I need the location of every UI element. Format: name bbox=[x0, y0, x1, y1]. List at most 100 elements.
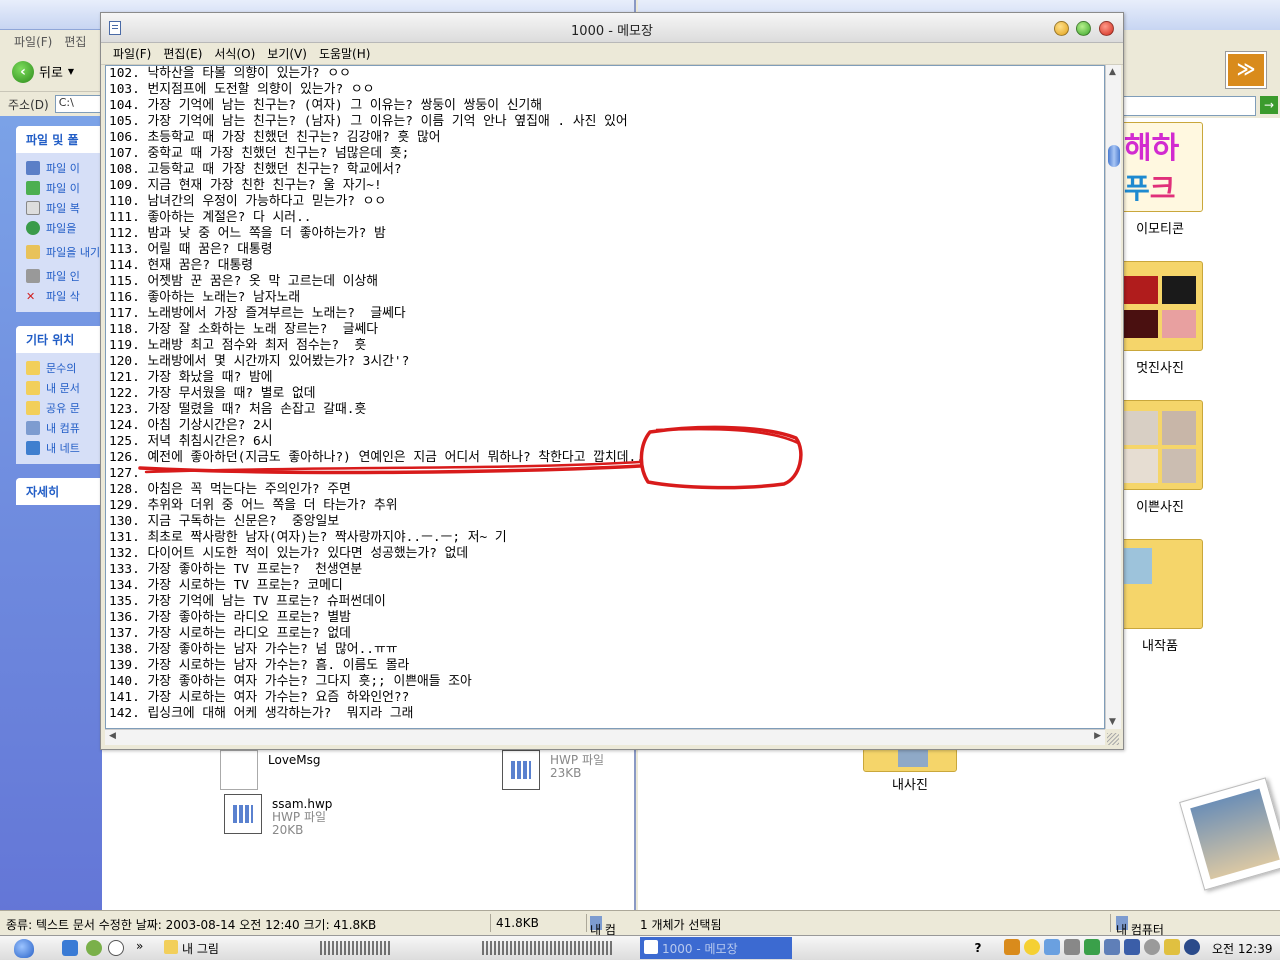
close-button[interactable] bbox=[1099, 21, 1114, 36]
shield-icon[interactable] bbox=[1084, 939, 1100, 955]
divider bbox=[1110, 914, 1111, 932]
scroll-up-icon[interactable]: ▲ bbox=[1109, 67, 1116, 77]
menu-format[interactable]: 서식(O) bbox=[208, 45, 261, 62]
chevron-down-icon[interactable]: ▼ bbox=[68, 67, 74, 76]
text-line: 129. 추위와 더위 중 어느 쪽을 더 타는가? 추위 bbox=[109, 498, 398, 513]
scroll-down-icon[interactable]: ▼ bbox=[1109, 717, 1116, 727]
folder-thumbnail: 해하 푸크 bbox=[1117, 122, 1203, 212]
back-button[interactable]: ‹ 뒤로 ▼ bbox=[12, 60, 74, 83]
clock[interactable]: 오전 12:39 bbox=[1212, 940, 1272, 957]
browser-icon[interactable] bbox=[62, 940, 78, 956]
text-file-icon bbox=[220, 750, 258, 790]
text-line: 110. 남녀간의 우정이 가능하다고 믿는가? ㅇㅇ bbox=[109, 194, 387, 209]
menu-view[interactable]: 보기(V) bbox=[261, 45, 313, 62]
text-line: 113. 어릴 때 꿈은? 대통령 bbox=[109, 242, 273, 257]
text-line: 116. 좋아하는 노래는? 남자노래 bbox=[109, 290, 301, 305]
globe-icon[interactable] bbox=[1184, 939, 1200, 955]
star-icon[interactable] bbox=[1164, 939, 1180, 955]
delete-icon: ✕ bbox=[26, 289, 36, 303]
task-item-label: 파일을 내기 bbox=[46, 246, 101, 259]
folder-item[interactable]: 해하 푸크 이모티콘 bbox=[1112, 122, 1208, 237]
globe-icon bbox=[26, 221, 40, 235]
network-icon[interactable] bbox=[1044, 939, 1060, 955]
start-button[interactable] bbox=[14, 939, 34, 958]
folder-thumbnail bbox=[1117, 539, 1203, 629]
status-bar: 종류: 텍스트 문서 수정한 날짜: 2003-08-14 오전 12:40 크… bbox=[0, 910, 1280, 937]
task-item-label: 파일 이 bbox=[46, 182, 80, 195]
printer-icon[interactable] bbox=[1064, 939, 1080, 955]
file-size: 20KB bbox=[272, 823, 304, 837]
folder-thumbnail bbox=[863, 748, 957, 772]
divider bbox=[490, 914, 491, 932]
menu-file[interactable]: 파일(F) bbox=[107, 45, 157, 62]
messenger-icon[interactable] bbox=[86, 940, 102, 956]
copy-icon bbox=[26, 201, 40, 215]
text-line: 138. 가장 좋아하는 남자 가수는? 넘 많어..ㅠㅠ bbox=[109, 642, 398, 657]
minimize-button[interactable] bbox=[1054, 21, 1069, 36]
menu-edit[interactable]: 편집(E) bbox=[157, 45, 208, 62]
task-item-label: 파일 삭 bbox=[46, 290, 80, 303]
maximize-button[interactable] bbox=[1076, 21, 1091, 36]
taskbar-task-notepad[interactable]: 1000 - 메모장 bbox=[640, 937, 792, 959]
taskbar-task-my-pictures[interactable]: 내 그림 bbox=[160, 937, 310, 959]
gear-icon[interactable] bbox=[1144, 939, 1160, 955]
folder-label: 멋진사진 bbox=[1136, 361, 1184, 376]
menu-help[interactable]: 도움말(H) bbox=[313, 45, 377, 62]
resize-grip[interactable] bbox=[1107, 733, 1119, 745]
status-info: 종류: 텍스트 문서 수정한 날짜: 2003-08-14 오전 12:40 크… bbox=[6, 918, 377, 932]
status-selection: 1 개체가 선택됨 bbox=[640, 918, 722, 932]
folder-icon bbox=[26, 361, 40, 375]
text-line: 137. 가장 시로하는 라디오 프로는? 없데 bbox=[109, 626, 351, 641]
scroll-left-icon[interactable]: ◀ bbox=[109, 731, 116, 741]
menu-file[interactable]: 파일(F) bbox=[14, 33, 52, 49]
smiley-icon[interactable] bbox=[1024, 939, 1040, 955]
windows-logo-icon: ≫ bbox=[1225, 51, 1267, 89]
folder-item[interactable]: 내사진 bbox=[862, 748, 958, 793]
task-item-label: 파일을 bbox=[46, 222, 77, 235]
text-editor-area[interactable]: 102. 낙하산을 타볼 의향이 있는가? ㅇㅇ 103. 번지점프에 도전할 의… bbox=[105, 65, 1105, 729]
folder-item[interactable]: 멋진사진 bbox=[1112, 261, 1208, 376]
speaker-icon[interactable] bbox=[1104, 939, 1120, 955]
hwp-file-icon bbox=[224, 794, 262, 834]
printer-icon bbox=[26, 269, 40, 283]
horizontal-scrollbar[interactable]: ◀ ▶ bbox=[105, 729, 1105, 745]
vertical-scrollbar[interactable]: ▲ ▼ bbox=[1105, 65, 1121, 729]
file-list: LoveMsg ssam.hwp HWP 파일 20KB HWP 파일 23KB bbox=[220, 750, 630, 860]
task-item-label: 파일 복 bbox=[46, 202, 80, 215]
status-location: 내 컴 bbox=[590, 916, 616, 937]
more-chevron-icon[interactable]: » bbox=[136, 939, 143, 953]
text-line: 104. 가장 기억에 남는 친구는? (여자) 그 이유는? 쌍둥이 쌍둥이 … bbox=[109, 98, 543, 113]
text-line: 115. 어젯밤 꾼 꿈은? 옷 막 고르는데 이상해 bbox=[109, 274, 379, 289]
divider bbox=[586, 914, 587, 932]
scroll-right-icon[interactable]: ▶ bbox=[1094, 731, 1101, 741]
go-arrow-icon[interactable]: → bbox=[1260, 96, 1278, 114]
address-combo[interactable] bbox=[1116, 96, 1256, 116]
status-size: 41.8KB bbox=[496, 916, 539, 930]
redacted-task bbox=[320, 941, 390, 955]
monitor-icon[interactable] bbox=[1124, 939, 1140, 955]
folder-item[interactable]: 이쁜사진 bbox=[1112, 400, 1208, 515]
folder-label: 이쁜사진 bbox=[1136, 500, 1184, 515]
text-line: 124. 아침 기상시간은? 2시 bbox=[109, 418, 273, 433]
menu-edit[interactable]: 편집 bbox=[64, 33, 86, 49]
chat-icon[interactable] bbox=[108, 940, 124, 956]
file-item[interactable]: LoveMsg bbox=[220, 750, 321, 790]
computer-icon bbox=[26, 421, 40, 435]
file-item[interactable]: ssam.hwp HWP 파일 20KB bbox=[224, 794, 332, 837]
place-label: 공유 문 bbox=[46, 402, 80, 415]
text-line: 122. 가장 무서웠을 때? 별로 없데 bbox=[109, 386, 316, 401]
redacted-task bbox=[482, 941, 612, 955]
folder-item[interactable]: 내작품 bbox=[1112, 539, 1208, 654]
place-label: 내 컴퓨 bbox=[46, 422, 80, 435]
text-line: 139. 가장 시로하는 남자 가수는? 흠. 이름도 몰라 bbox=[109, 658, 410, 673]
network-icon bbox=[26, 441, 40, 455]
hwp-file-icon bbox=[502, 750, 540, 790]
help-icon[interactable]: ? bbox=[970, 940, 986, 956]
text-line: 136. 가장 좋아하는 라디오 프로는? 별밤 bbox=[109, 610, 351, 625]
file-item[interactable]: HWP 파일 23KB bbox=[502, 750, 604, 790]
task-label: 내 그림 bbox=[182, 942, 219, 956]
notepad-titlebar[interactable]: 1000 - 메모장 bbox=[101, 13, 1123, 43]
arrow-tray-icon[interactable] bbox=[1004, 939, 1020, 955]
notepad-menubar: 파일(F) 편집(E) 서식(O) 보기(V) 도움말(H) bbox=[101, 43, 1123, 65]
scroll-thumb[interactable] bbox=[1108, 145, 1120, 167]
